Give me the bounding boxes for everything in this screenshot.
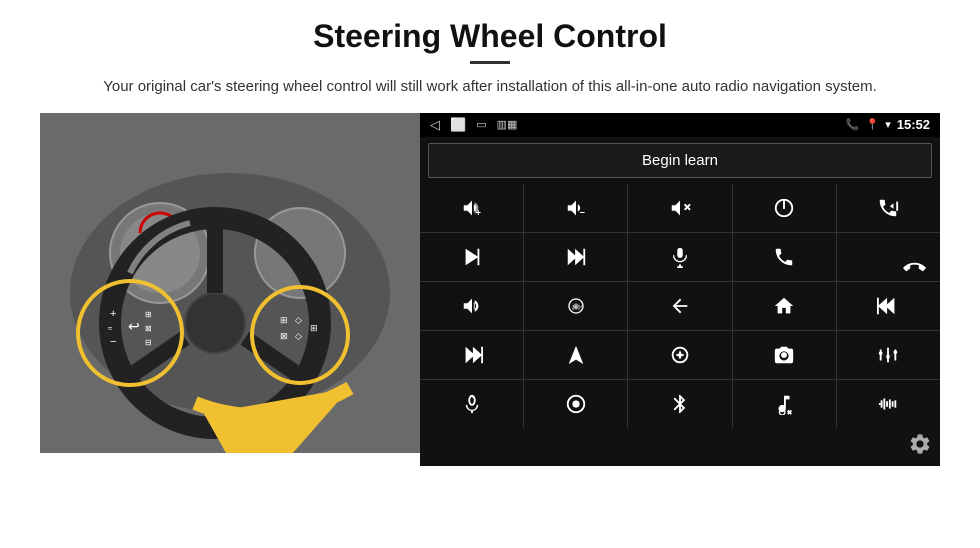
record-button[interactable] xyxy=(524,380,627,428)
gear-row xyxy=(420,428,940,466)
time-display: 15:52 xyxy=(897,117,930,132)
content-row: + ≈ − ↩ ⊞ ⊠ ⊟ ⊞ ⊠ ◇ ◇ ⊞ xyxy=(40,113,940,453)
status-bar: ◁ ⬜ ▭ ▥▦ 📞 📍 ▾ 15:52 xyxy=(420,113,940,137)
camera-button[interactable] xyxy=(733,331,836,379)
waveform-button[interactable] xyxy=(837,380,940,428)
power-button[interactable] xyxy=(733,184,836,232)
svg-text:◇: ◇ xyxy=(295,315,302,325)
car-image: + ≈ − ↩ ⊞ ⊠ ⊟ ⊞ ⊠ ◇ ◇ ⊞ xyxy=(40,113,420,453)
mic-button[interactable] xyxy=(628,233,731,281)
svg-text:≈: ≈ xyxy=(108,324,113,333)
vol-up-button[interactable]: + xyxy=(420,184,523,232)
source-button[interactable] xyxy=(628,331,731,379)
status-left: ◁ ⬜ ▭ ▥▦ xyxy=(430,117,517,133)
svg-text:⊞: ⊞ xyxy=(145,310,152,319)
svg-text:◇: ◇ xyxy=(295,331,302,341)
location-status-icon: 📍 xyxy=(866,118,880,131)
svg-text:⊟: ⊟ xyxy=(145,338,152,347)
skip-forward-button[interactable] xyxy=(420,233,523,281)
mute-button[interactable] xyxy=(628,184,731,232)
phone-end-button[interactable] xyxy=(837,233,940,281)
title-divider xyxy=(470,61,510,64)
phone-status-icon: 📞 xyxy=(846,118,860,131)
ff-play-button[interactable] xyxy=(524,233,627,281)
android-panel: ◁ ⬜ ▭ ▥▦ 📞 📍 ▾ 15:52 Begin learn xyxy=(420,113,940,453)
signal-icon: ▥▦ xyxy=(497,118,518,131)
eq-button[interactable] xyxy=(837,331,940,379)
home-nav-button[interactable] xyxy=(733,282,836,330)
svg-text:⊠: ⊠ xyxy=(145,324,152,333)
svg-text:+: + xyxy=(475,207,480,217)
wifi-status-icon: ▾ xyxy=(885,118,891,131)
svg-text:⊞: ⊞ xyxy=(310,323,318,333)
microphone2-button[interactable] xyxy=(420,380,523,428)
back-arrow-icon: ◁ xyxy=(430,117,440,133)
phone-prev-button[interactable] xyxy=(837,184,940,232)
svg-text:↩: ↩ xyxy=(128,318,140,334)
recents-icon: ▭ xyxy=(476,118,486,131)
home-square-icon: ⬜ xyxy=(450,117,466,133)
back-nav-button[interactable] xyxy=(628,282,731,330)
page-container: Steering Wheel Control Your original car… xyxy=(0,0,980,548)
svg-text:+: + xyxy=(110,308,116,320)
svg-text:⊠: ⊠ xyxy=(280,331,288,341)
music-settings-button[interactable] xyxy=(733,380,836,428)
status-right: 📞 📍 ▾ 15:52 xyxy=(846,117,930,132)
rewind-button[interactable] xyxy=(837,282,940,330)
steering-wheel-svg: + ≈ − ↩ ⊞ ⊠ ⊟ ⊞ ⊠ ◇ ◇ ⊞ xyxy=(40,113,420,453)
settings-button[interactable] xyxy=(908,432,932,462)
begin-learn-row: Begin learn xyxy=(420,137,940,184)
begin-learn-button[interactable]: Begin learn xyxy=(428,143,932,178)
gps-button[interactable] xyxy=(524,331,627,379)
fast-forward2-button[interactable] xyxy=(420,331,523,379)
svg-text:360°: 360° xyxy=(571,305,582,311)
svg-text:−: − xyxy=(110,336,116,348)
rotate360-button[interactable]: 360° xyxy=(524,282,627,330)
horn-button[interactable] xyxy=(420,282,523,330)
bluetooth-button[interactable] xyxy=(628,380,731,428)
page-title: Steering Wheel Control xyxy=(313,18,667,55)
controls-grid: + − xyxy=(420,184,940,428)
svg-text:−: − xyxy=(579,207,584,217)
phone-answer-button[interactable] xyxy=(733,233,836,281)
vol-down-button[interactable]: − xyxy=(524,184,627,232)
page-subtitle: Your original car's steering wheel contr… xyxy=(103,76,877,99)
svg-text:⊞: ⊞ xyxy=(280,315,288,325)
